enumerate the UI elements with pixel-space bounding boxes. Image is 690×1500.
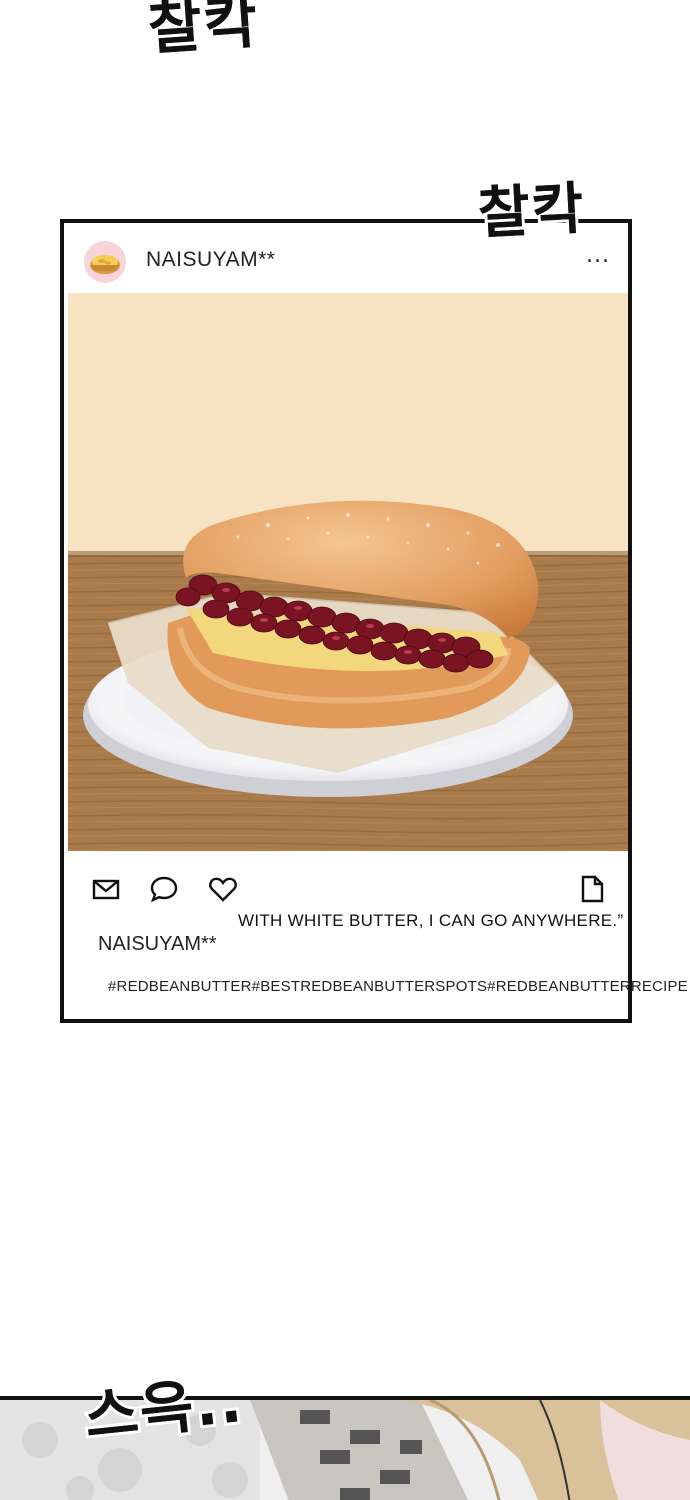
avatar[interactable] (84, 241, 126, 283)
more-options-icon[interactable]: ... (586, 243, 610, 268)
hashtag-link[interactable]: #REDBEANBUTTERRECIPE (487, 978, 688, 995)
post-hashtags: #REDBEANBUTTER#BESTREDBEANBUTTERSPOTS#RE… (108, 978, 688, 995)
mail-icon[interactable] (90, 873, 122, 905)
sfx-click-right: 찰칵 (474, 173, 590, 250)
document-icon[interactable] (576, 873, 608, 905)
egg-tart-icon (90, 255, 120, 274)
social-post-card: NAISUYAM** ... WITH WHITE BUTTER, I CAN … (60, 219, 688, 1023)
caption-username[interactable]: NAISUYAM** (98, 933, 217, 956)
post-actions (64, 873, 628, 913)
post-username[interactable]: NAISUYAM** (146, 248, 275, 272)
post-photo (68, 293, 628, 851)
hashtag-link[interactable]: #REDBEANBUTTER (108, 978, 252, 995)
sfx-whoosh-bottom: 스윽.. (78, 1364, 249, 1454)
heart-icon[interactable] (207, 873, 239, 905)
sfx-click-top: 찰칵 (146, 0, 262, 63)
post-caption: WITH WHITE BUTTER, I CAN GO ANYWHERE.” (238, 911, 624, 930)
red-bean-butter-bun-image (68, 293, 628, 851)
hashtag-link[interactable]: #BESTREDBEANBUTTERSPOTS (252, 978, 487, 995)
comment-icon[interactable] (148, 873, 180, 905)
